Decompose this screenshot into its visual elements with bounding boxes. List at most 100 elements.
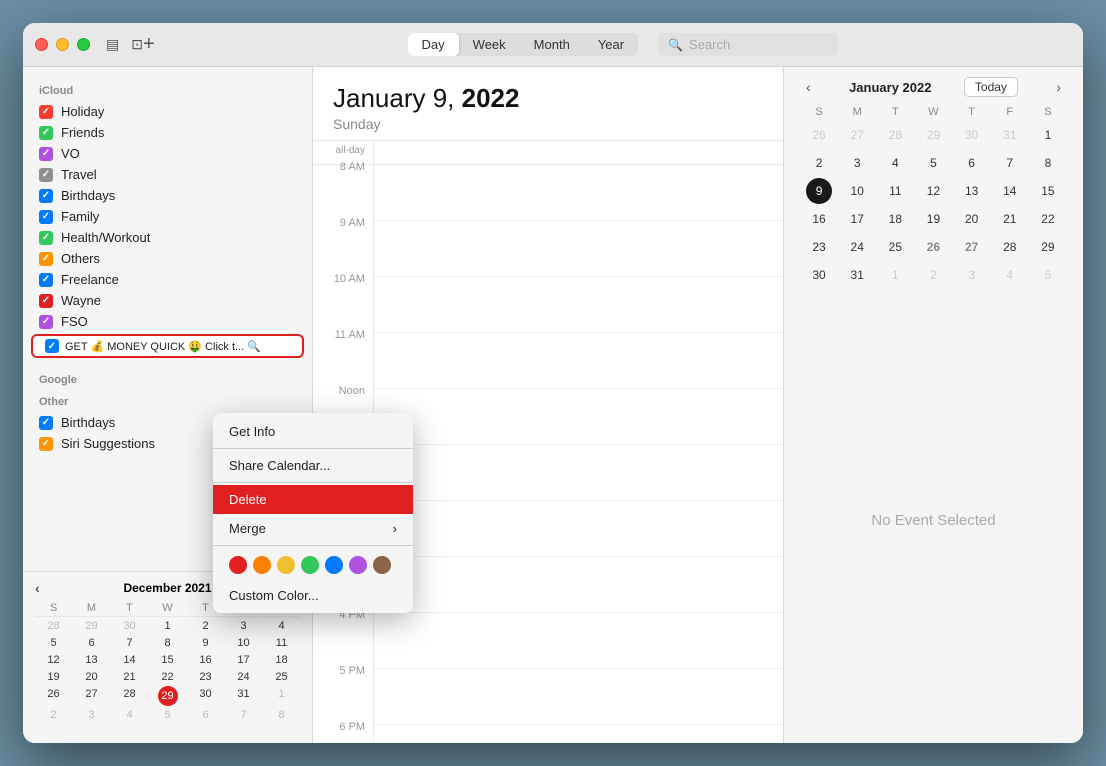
mini-cal-day[interactable]: 16 bbox=[187, 652, 224, 668]
cal-day[interactable]: 30 bbox=[806, 262, 832, 288]
time-area-noon[interactable] bbox=[373, 389, 783, 445]
sidebar-item-holiday[interactable]: Holiday bbox=[23, 101, 312, 122]
mini-cal-day[interactable]: 4 bbox=[263, 618, 300, 634]
sidebar-item-birthdays[interactable]: Birthdays bbox=[23, 185, 312, 206]
mini-cal-day[interactable]: 19 bbox=[35, 669, 72, 685]
cal-day[interactable]: 29 bbox=[920, 122, 946, 148]
color-blue[interactable] bbox=[325, 556, 343, 574]
sidebar-item-family[interactable]: Family bbox=[23, 206, 312, 227]
mini-cal-day[interactable]: 24 bbox=[225, 669, 262, 685]
cal-day[interactable]: 6 bbox=[959, 150, 985, 176]
cal-day[interactable]: 26 bbox=[920, 234, 946, 260]
year-view-button[interactable]: Year bbox=[584, 33, 638, 56]
sidebar-item-friends[interactable]: Friends bbox=[23, 122, 312, 143]
month-view-button[interactable]: Month bbox=[520, 33, 584, 56]
cal-day[interactable]: 15 bbox=[1035, 178, 1061, 204]
cal-day[interactable]: 31 bbox=[844, 262, 870, 288]
mini-cal-day[interactable]: 2 bbox=[187, 618, 224, 634]
time-area-1pm[interactable] bbox=[373, 445, 783, 501]
cal-day[interactable]: 13 bbox=[959, 178, 985, 204]
vo-checkbox[interactable] bbox=[39, 147, 53, 161]
cal-day[interactable]: 19 bbox=[920, 206, 946, 232]
other-birthdays-checkbox[interactable] bbox=[39, 416, 53, 430]
cal-day[interactable]: 8 bbox=[1035, 150, 1061, 176]
mini-cal-day[interactable]: 17 bbox=[225, 652, 262, 668]
minimize-button[interactable] bbox=[56, 38, 69, 51]
mini-cal-day[interactable]: 1 bbox=[149, 618, 186, 634]
mini-cal-day[interactable]: 20 bbox=[73, 669, 110, 685]
cal-day[interactable]: 5 bbox=[920, 150, 946, 176]
spam-calendar-item[interactable]: GET 💰 MONEY QUICK 🤑 Click t... 🔍 bbox=[31, 334, 304, 358]
cal-day[interactable]: 17 bbox=[844, 206, 870, 232]
time-area-3pm[interactable] bbox=[373, 557, 783, 613]
mini-cal-day[interactable]: 6 bbox=[187, 707, 224, 723]
others-checkbox[interactable] bbox=[39, 252, 53, 266]
sidebar-item-fso[interactable]: FSO bbox=[23, 311, 312, 332]
mini-cal-day[interactable]: 27 bbox=[73, 686, 110, 706]
cal-day[interactable]: 14 bbox=[997, 178, 1023, 204]
share-calendar-menu-item[interactable]: Share Calendar... bbox=[213, 451, 413, 480]
merge-menu-item[interactable]: Merge › bbox=[213, 514, 413, 543]
fso-checkbox[interactable] bbox=[39, 315, 53, 329]
cal-day[interactable]: 25 bbox=[882, 234, 908, 260]
cal-day[interactable]: 11 bbox=[882, 178, 908, 204]
mini-cal-day[interactable]: 21 bbox=[111, 669, 148, 685]
mini-cal-day[interactable]: 1 bbox=[263, 686, 300, 706]
cal-day[interactable]: 24 bbox=[844, 234, 870, 260]
color-red[interactable] bbox=[229, 556, 247, 574]
mini-cal-day[interactable]: 3 bbox=[225, 618, 262, 634]
cal-day[interactable]: 1 bbox=[1035, 122, 1061, 148]
mini-cal-day[interactable]: 13 bbox=[73, 652, 110, 668]
mini-cal-day[interactable]: 31 bbox=[225, 686, 262, 706]
inbox-icon[interactable]: ⊡ bbox=[131, 36, 143, 53]
birthdays-checkbox[interactable] bbox=[39, 189, 53, 203]
mini-cal-day[interactable]: 6 bbox=[73, 635, 110, 651]
delete-menu-item[interactable]: Delete bbox=[213, 485, 413, 514]
main-mini-cal-prev[interactable]: ‹ bbox=[800, 77, 817, 97]
mini-cal-day[interactable]: 26 bbox=[35, 686, 72, 706]
close-button[interactable] bbox=[35, 38, 48, 51]
mini-cal-day[interactable]: 4 bbox=[111, 707, 148, 723]
cal-day[interactable]: 31 bbox=[997, 122, 1023, 148]
cal-day[interactable]: 26 bbox=[806, 122, 832, 148]
maximize-button[interactable] bbox=[77, 38, 90, 51]
mini-cal-day[interactable]: 9 bbox=[187, 635, 224, 651]
cal-day[interactable]: 27 bbox=[959, 234, 985, 260]
cal-day[interactable]: 4 bbox=[882, 150, 908, 176]
cal-day[interactable]: 2 bbox=[806, 150, 832, 176]
week-view-button[interactable]: Week bbox=[459, 33, 520, 56]
sidebar-item-travel[interactable]: Travel bbox=[23, 164, 312, 185]
sidebar-toggle-icon[interactable]: ▤ bbox=[106, 36, 119, 53]
custom-color-menu-item[interactable]: Custom Color... bbox=[213, 582, 413, 609]
add-event-button[interactable]: + bbox=[143, 33, 155, 56]
mini-cal-day[interactable]: 2 bbox=[35, 707, 72, 723]
friends-checkbox[interactable] bbox=[39, 126, 53, 140]
mini-cal-day[interactable]: 25 bbox=[263, 669, 300, 685]
time-area-6pm[interactable] bbox=[373, 725, 783, 743]
mini-cal-day[interactable]: 12 bbox=[35, 652, 72, 668]
mini-cal-day[interactable]: 8 bbox=[149, 635, 186, 651]
color-purple[interactable] bbox=[349, 556, 367, 574]
mini-cal-day[interactable]: 30 bbox=[187, 686, 224, 706]
wayne-checkbox[interactable] bbox=[39, 294, 53, 308]
search-box[interactable]: 🔍 Search bbox=[658, 33, 838, 56]
mini-cal-day[interactable]: 28 bbox=[35, 618, 72, 634]
cal-day[interactable]: 3 bbox=[959, 262, 985, 288]
sidebar-item-vo[interactable]: VO bbox=[23, 143, 312, 164]
time-area-4pm[interactable] bbox=[373, 613, 783, 669]
cal-day[interactable]: 21 bbox=[997, 206, 1023, 232]
family-checkbox[interactable] bbox=[39, 210, 53, 224]
cal-day[interactable]: 28 bbox=[997, 234, 1023, 260]
cal-day[interactable]: 27 bbox=[844, 122, 870, 148]
mini-cal-day[interactable]: 29 bbox=[73, 618, 110, 634]
mini-cal-day[interactable]: 5 bbox=[149, 707, 186, 723]
time-area-5pm[interactable] bbox=[373, 669, 783, 725]
holiday-checkbox[interactable] bbox=[39, 105, 53, 119]
cal-day[interactable]: 1 bbox=[882, 262, 908, 288]
sidebar-item-freelance[interactable]: Freelance bbox=[23, 269, 312, 290]
siri-checkbox[interactable] bbox=[39, 437, 53, 451]
sidebar-item-health[interactable]: Health/Workout bbox=[23, 227, 312, 248]
cal-day[interactable]: 10 bbox=[844, 178, 870, 204]
color-green[interactable] bbox=[301, 556, 319, 574]
health-checkbox[interactable] bbox=[39, 231, 53, 245]
